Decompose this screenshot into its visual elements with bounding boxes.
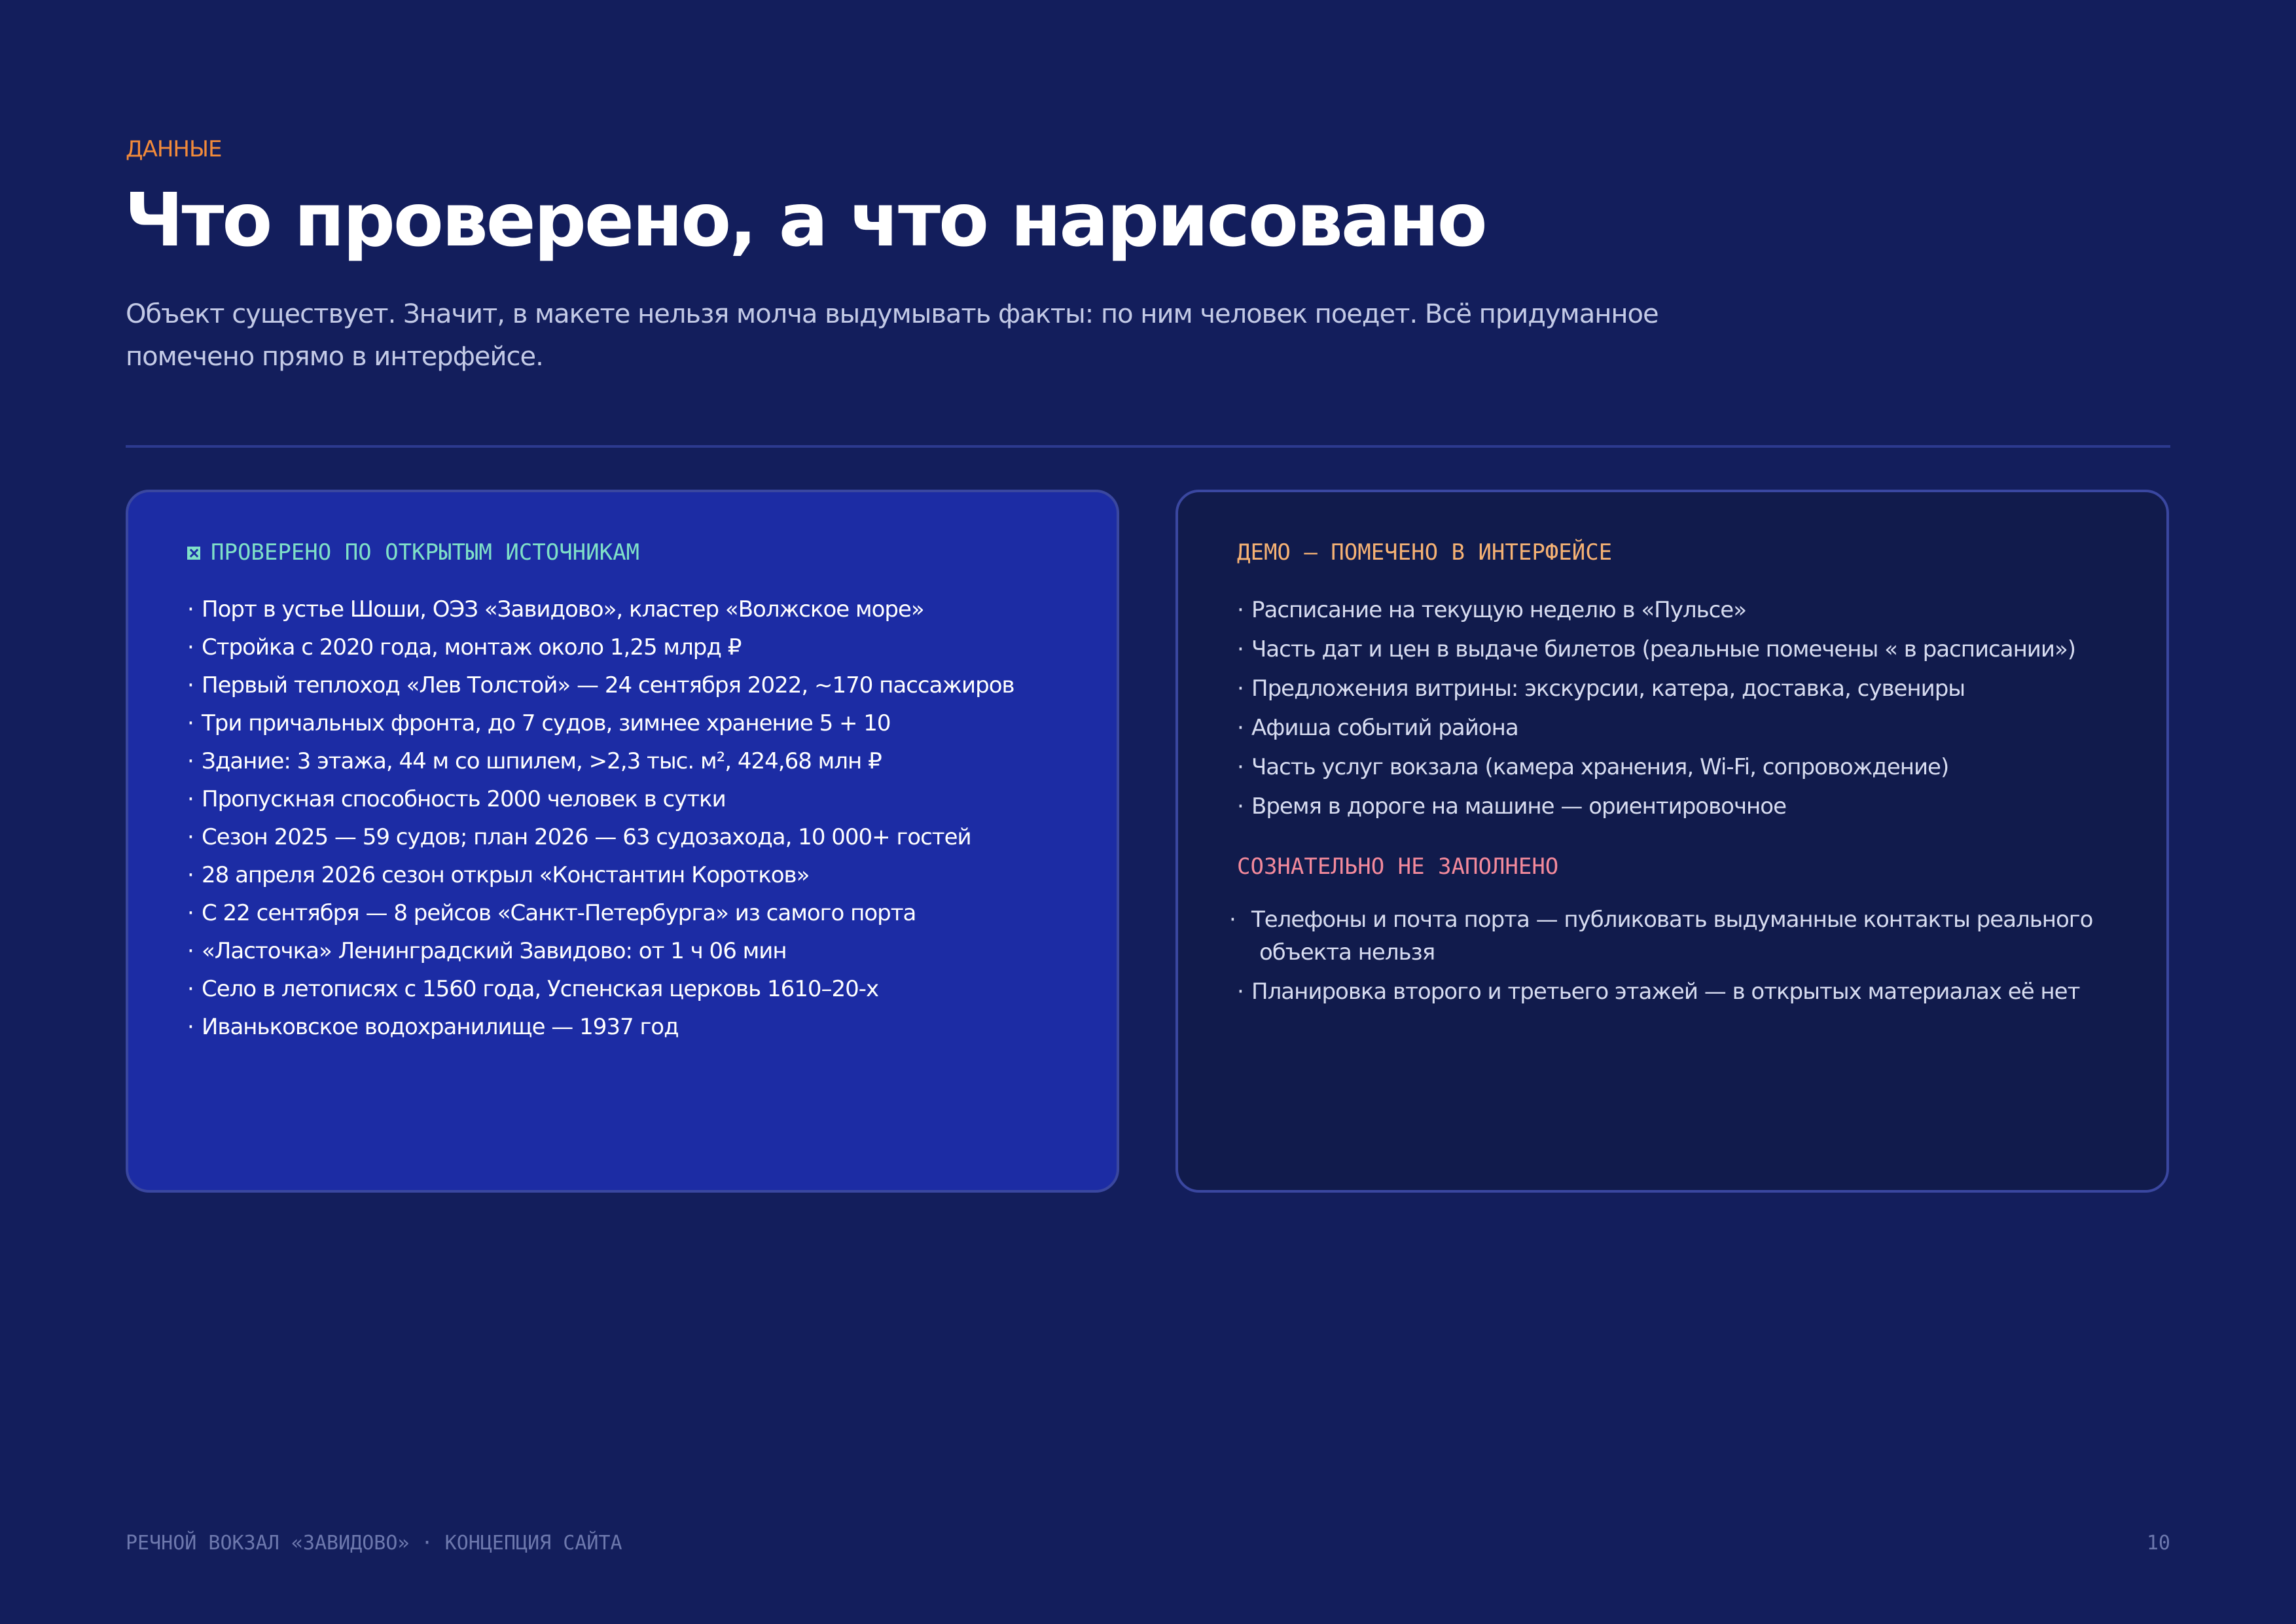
- verified-card: ПРОВЕРЕНО ПО ОТКРЫТЫМ ИСТОЧНИКАМ Порт в …: [126, 490, 1119, 1193]
- footer-caption: РЕЧНОЙ ВОКЗАЛ «ЗАВИДОВО» · КОНЦЕПЦИЯ САЙ…: [126, 1532, 622, 1555]
- demo-card: ДЕМО — ПОМЕЧЕНО В ИНТЕРФЕЙСЕ Расписание …: [1175, 490, 2169, 1193]
- list-item: «Ласточка» Ленинградский Завидово: от 1 …: [187, 932, 1014, 970]
- not-filled-list: Телефоны и почта порта — публиковать выд…: [1237, 903, 2110, 1015]
- list-item: Стройка с 2020 года, монтаж около 1,25 м…: [187, 628, 1014, 666]
- list-item: 28 апреля 2026 сезон открыл «Константин …: [187, 856, 1014, 894]
- demo-list: Расписание на текущую неделю в «Пульсе» …: [1237, 590, 2076, 826]
- verified-list: Порт в устье Шоши, ОЭЗ «Завидово», класт…: [187, 590, 1015, 1046]
- divider: [126, 445, 2170, 448]
- section-label: ДАННЫЕ: [126, 136, 222, 162]
- list-item: Часть услуг вокзала (камера хранения, Wi…: [1237, 748, 2075, 787]
- page-subtitle: Объект существует. Значит, в макете нель…: [126, 299, 1659, 372]
- list-item: Первый теплоход «Лев Толстой» — 24 сентя…: [187, 666, 1015, 704]
- page-title: Что проверено, а что нарисовано: [124, 178, 1488, 263]
- not-filled-heading: СОЗНАТЕЛЬНО НЕ ЗАПОЛНЕНО: [1237, 854, 1559, 880]
- list-item: Телефоны и почта порта — публиковать выд…: [1237, 903, 2110, 969]
- list-item: Часть дат и цен в выдаче билетов (реальн…: [1237, 630, 2076, 669]
- verified-heading: ПРОВЕРЕНО ПО ОТКРЫТЫМ ИСТОЧНИКАМ: [187, 539, 639, 566]
- list-item: Сезон 2025 — 59 судов; план 2026 — 63 су…: [187, 818, 1014, 856]
- list-item: Планировка второго и третьего этажей — в…: [1237, 975, 2110, 1008]
- page-number: 10: [2146, 1532, 2170, 1555]
- check-box-icon: [187, 547, 200, 560]
- list-item: Расписание на текущую неделю в «Пульсе»: [1237, 590, 2075, 630]
- list-item: Здание: 3 этажа, 44 м со шпилем, >2,3 ты…: [187, 742, 1014, 780]
- list-item: С 22 сентября — 8 рейсов «Санкт-Петербур…: [187, 894, 1014, 932]
- list-item: Время в дороге на машине — ориентировочн…: [1237, 787, 2075, 826]
- list-item: Афиша событий района: [1237, 708, 2075, 748]
- list-item: Пропускная способность 2000 человек в су…: [187, 780, 1014, 818]
- list-item: Иваньковское водохранилище — 1937 год: [187, 1008, 1014, 1046]
- list-item: Порт в устье Шоши, ОЭЗ «Завидово», класт…: [187, 590, 1014, 628]
- list-item: Три причальных фронта, до 7 судов, зимне…: [187, 704, 1014, 742]
- list-item: Село в летописях с 1560 года, Успенская …: [187, 970, 1014, 1008]
- demo-heading: ДЕМО — ПОМЕЧЕНО В ИНТЕРФЕЙСЕ: [1237, 539, 1613, 566]
- list-item: Предложения витрины: экскурсии, катера, …: [1237, 669, 2075, 708]
- verified-heading-text: ПРОВЕРЕНО ПО ОТКРЫТЫМ ИСТОЧНИКАМ: [211, 539, 640, 566]
